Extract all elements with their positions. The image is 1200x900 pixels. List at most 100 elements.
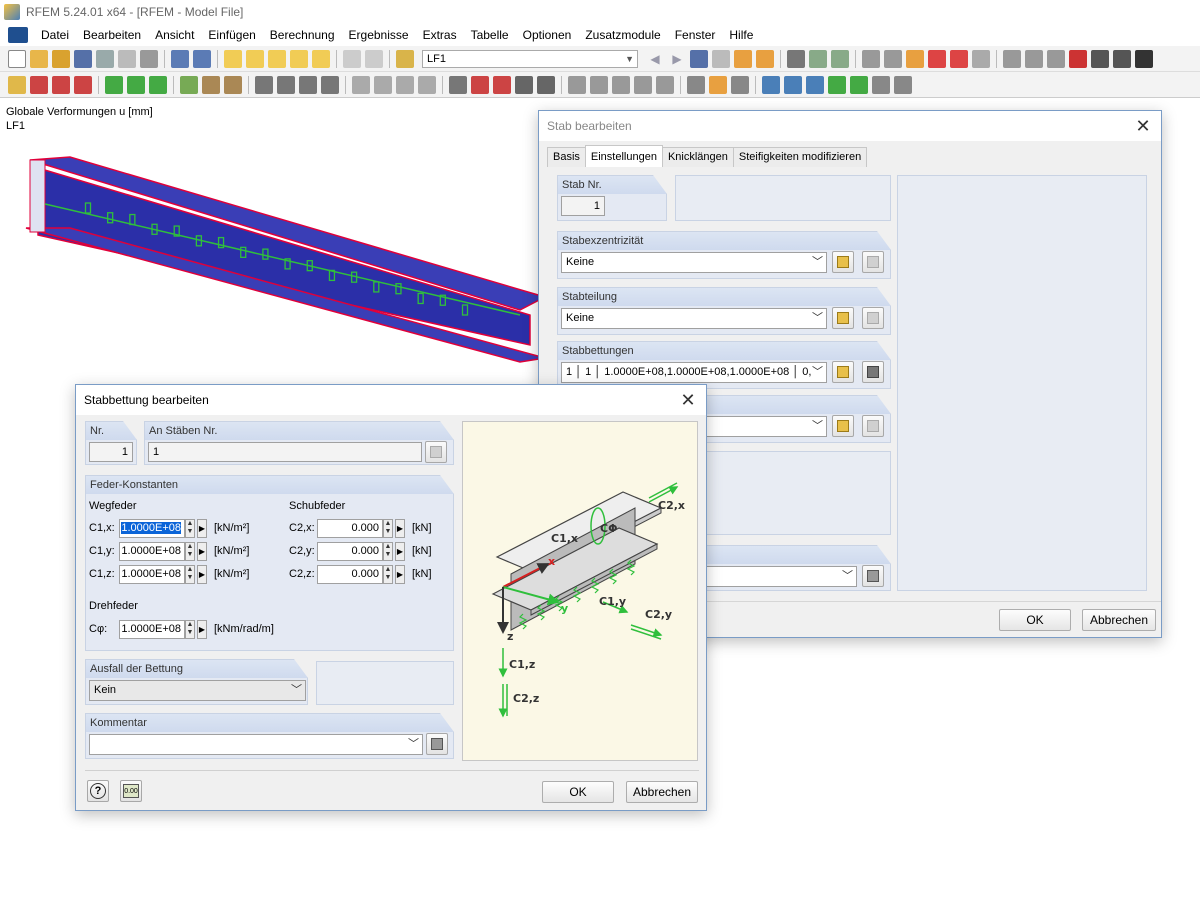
cross-section-icon[interactable] <box>731 75 749 94</box>
transparency-icon[interactable] <box>828 75 846 94</box>
axis-icon[interactable] <box>762 75 780 94</box>
menu-ergebnisse[interactable]: Ergebnisse <box>342 24 416 46</box>
pick-member-button[interactable] <box>425 441 447 463</box>
results-values-icon[interactable] <box>756 49 774 68</box>
menu-hilfe[interactable]: Hilfe <box>722 24 760 46</box>
help-button[interactable]: ? <box>87 780 109 802</box>
color-icon[interactable] <box>850 75 868 94</box>
display-options-icon[interactable] <box>687 75 705 94</box>
c2y-input[interactable]: 0.000 <box>317 542 383 561</box>
staeben-field[interactable]: 1 <box>148 442 422 462</box>
clip-icon[interactable] <box>418 75 436 94</box>
c2x-spinner[interactable]: ▲ ▼ <box>383 519 393 538</box>
c1y-spinner[interactable]: ▲ ▼ <box>185 542 195 561</box>
line-support-icon[interactable] <box>127 75 145 94</box>
menu-berechnung[interactable]: Berechnung <box>263 24 342 46</box>
model-view[interactable] <box>0 100 620 390</box>
navigator-icon[interactable] <box>365 49 383 68</box>
snap-icon[interactable] <box>884 49 902 68</box>
c1y-input[interactable]: 1.0000E+08 <box>119 542 185 561</box>
nr-field[interactable]: 1 <box>89 442 133 462</box>
search-icon[interactable] <box>246 49 264 68</box>
deformation-icon[interactable] <box>787 49 805 68</box>
edit-exzentrizitaet-button[interactable] <box>862 251 884 273</box>
units-button[interactable]: 0.00 <box>120 780 142 802</box>
bettung-ok-button[interactable]: OK <box>542 781 614 803</box>
loadcase-select[interactable]: LF1 ▼ <box>422 49 638 68</box>
nodal-support-icon[interactable] <box>105 75 123 94</box>
view-y-icon[interactable] <box>590 75 608 94</box>
stab-ok-button[interactable]: OK <box>999 609 1071 631</box>
new-file-icon[interactable] <box>8 49 26 68</box>
stab-nr-field[interactable]: 1 <box>561 196 605 216</box>
model-icon[interactable] <box>52 49 70 68</box>
print-icon[interactable] <box>96 49 114 68</box>
view-z-icon[interactable] <box>612 75 630 94</box>
open-folder-icon[interactable] <box>30 49 48 68</box>
copy-icon[interactable] <box>312 49 330 68</box>
move-icon[interactable] <box>906 49 924 68</box>
view-iso-icon[interactable] <box>537 75 555 94</box>
scale-icon[interactable] <box>972 49 990 68</box>
print-preview-icon[interactable] <box>118 49 136 68</box>
c2z-input[interactable]: 0.000 <box>317 565 383 584</box>
report-icon[interactable] <box>140 49 158 68</box>
rotate-icon[interactable] <box>928 49 946 68</box>
next-loadcase-icon[interactable]: ▶ <box>668 50 686 68</box>
new-bettung-button[interactable] <box>832 361 854 383</box>
comment-library-button[interactable] <box>426 733 448 755</box>
rfem-logo-icon[interactable] <box>8 27 28 43</box>
results-max-icon[interactable] <box>712 49 730 68</box>
c2z-more-button[interactable]: ▶ <box>395 565 405 584</box>
view-icon[interactable] <box>352 75 370 94</box>
c1x-spinner[interactable]: ▲ ▼ <box>185 519 195 538</box>
c2y-spinner[interactable]: ▲ ▼ <box>383 542 393 561</box>
diagram-icon[interactable] <box>831 49 849 68</box>
tools-icon[interactable] <box>449 75 467 94</box>
hinge-icon[interactable] <box>180 75 198 94</box>
c2x-input[interactable]: 0.000 <box>317 519 383 538</box>
line-icon[interactable] <box>30 75 48 94</box>
menu-bearbeiten[interactable]: Bearbeiten <box>76 24 148 46</box>
comment-library-button[interactable] <box>862 565 884 587</box>
tab-steifigkeiten[interactable]: Steifigkeiten modifizieren <box>732 147 868 167</box>
grid-icon[interactable] <box>862 49 880 68</box>
zoom-all-icon[interactable] <box>515 75 533 94</box>
loadcase-icon[interactable] <box>396 49 414 68</box>
c1x-input[interactable]: 1.0000E+08 <box>119 519 185 538</box>
close-icon[interactable]: ✕ <box>1133 111 1153 141</box>
view-rotate-icon[interactable] <box>656 75 674 94</box>
cphi-input[interactable]: 1.0000E+08 <box>119 620 185 639</box>
load-icon[interactable] <box>255 75 273 94</box>
view-x-icon[interactable] <box>568 75 586 94</box>
edit-teilung-button[interactable] <box>862 307 884 329</box>
menu-tabelle[interactable]: Tabelle <box>464 24 516 46</box>
redo-icon[interactable] <box>193 49 211 68</box>
divide-icon[interactable] <box>1047 49 1065 68</box>
menu-extras[interactable]: Extras <box>416 24 464 46</box>
menu-datei[interactable]: Datei <box>34 24 76 46</box>
c1z-more-button[interactable]: ▶ <box>197 565 207 584</box>
bettungen-select[interactable]: 1 │ 1 │ 1.0000E+08,1.0000E+08,1.0000E+08… <box>561 362 827 383</box>
new-exzentrizitaet-button[interactable] <box>832 251 854 273</box>
edit-bettung-button[interactable] <box>862 361 884 383</box>
dimension-icon[interactable] <box>224 75 242 94</box>
ausfall-select[interactable]: Kein ﹀ <box>89 680 306 701</box>
section-icon[interactable] <box>809 49 827 68</box>
c1z-input[interactable]: 1.0000E+08 <box>119 565 185 584</box>
teilung-select[interactable]: Keine ﹀ <box>561 308 827 329</box>
new-teilung-button[interactable] <box>832 307 854 329</box>
release-icon[interactable] <box>202 75 220 94</box>
calculate-icon[interactable] <box>690 49 708 68</box>
render-icon[interactable] <box>374 75 392 94</box>
c1z-spinner[interactable]: ▲ ▼ <box>185 565 195 584</box>
cphi-spinner[interactable]: ▲ ▼ <box>185 620 195 639</box>
tab-basis[interactable]: Basis <box>547 147 586 167</box>
target-icon[interactable] <box>268 49 286 68</box>
stab-cancel-button[interactable]: Abbrechen <box>1082 609 1156 631</box>
menu-fenster[interactable]: Fenster <box>668 24 723 46</box>
solid-icon[interactable] <box>321 75 339 94</box>
load-wizard-icon[interactable] <box>299 75 317 94</box>
visibility-icon[interactable] <box>1025 49 1043 68</box>
mirror-icon[interactable] <box>950 49 968 68</box>
